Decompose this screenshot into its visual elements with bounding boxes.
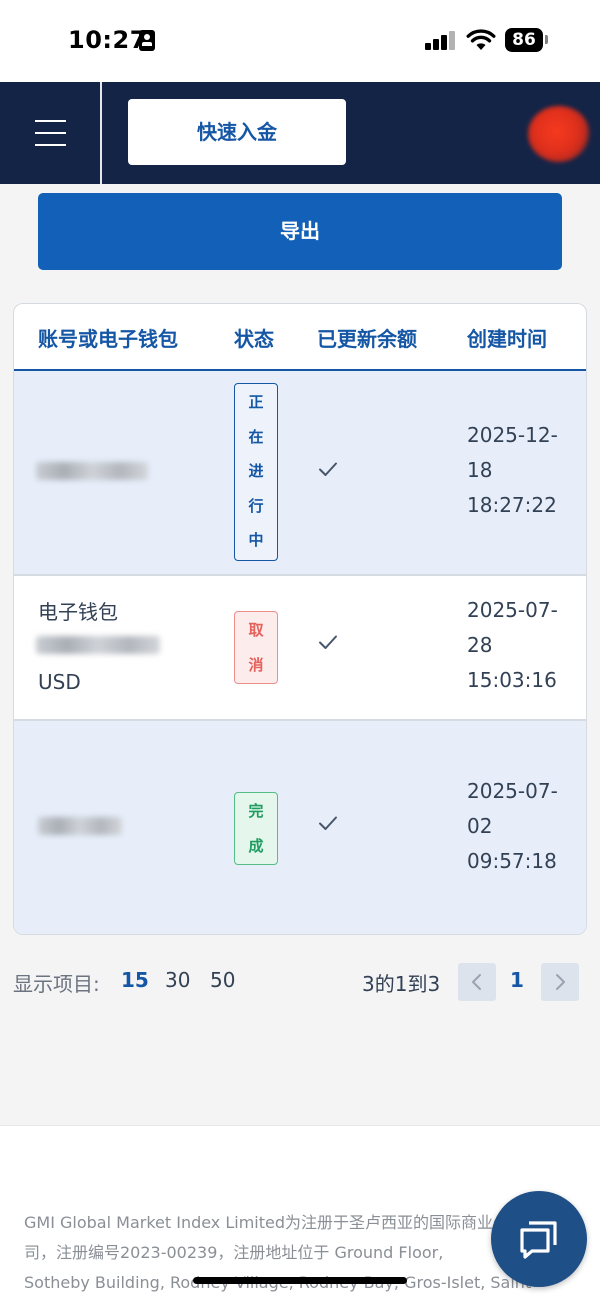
account-redacted bbox=[36, 462, 148, 480]
wifi-icon bbox=[466, 29, 496, 50]
chevron-right-icon bbox=[556, 974, 565, 990]
battery-tip bbox=[545, 35, 548, 44]
column-header-created-time[interactable]: 创建时间 bbox=[467, 323, 547, 352]
status-badge-pending: 正 在 进 行 中 bbox=[234, 383, 278, 561]
column-header-account[interactable]: 账号或电子钱包 bbox=[38, 323, 178, 352]
user-avatar[interactable] bbox=[528, 106, 590, 162]
table-header: 账号或电子钱包 状态 已更新余额 创建时间 bbox=[14, 304, 586, 371]
previous-page-button[interactable] bbox=[458, 963, 496, 1001]
page-size-option-50[interactable]: 50 bbox=[210, 968, 235, 992]
top-navigation-bar: 快速入金 bbox=[0, 82, 600, 184]
page-size-option-30[interactable]: 30 bbox=[165, 968, 190, 992]
account-type: 电子钱包 bbox=[38, 600, 118, 624]
table-row[interactable]: 电子钱包 USD 取 消 2025-07- 28 15:03:16 bbox=[14, 576, 586, 721]
page-size-option-15[interactable]: 15 bbox=[121, 968, 149, 992]
status-time: 10:27 bbox=[68, 26, 147, 54]
status-badge-cancelled: 取 消 bbox=[234, 611, 278, 684]
hamburger-menu-icon[interactable] bbox=[0, 82, 102, 184]
check-icon bbox=[319, 635, 337, 649]
status-bar: 10:27 86 bbox=[0, 0, 600, 82]
chat-bubble-icon bbox=[520, 1221, 557, 1259]
chat-button[interactable] bbox=[491, 1191, 587, 1287]
account-redacted bbox=[38, 817, 122, 835]
page-size-label: 显示项目: bbox=[13, 972, 100, 996]
check-icon bbox=[319, 816, 337, 830]
check-icon bbox=[319, 462, 337, 476]
transactions-table: 账号或电子钱包 状态 已更新余额 创建时间 正 在 进 行 中 2025-12-… bbox=[13, 303, 587, 935]
column-header-status[interactable]: 状态 bbox=[234, 323, 274, 352]
account-currency: USD bbox=[38, 670, 81, 694]
table-row[interactable]: 正 在 进 行 中 2025-12- 18 18:27:22 bbox=[14, 371, 586, 576]
created-time: 2025-07- 02 09:57:18 bbox=[467, 779, 558, 873]
chevron-left-icon bbox=[472, 974, 481, 990]
table-row[interactable]: 完 成 2025-07- 02 09:57:18 bbox=[14, 721, 586, 934]
column-header-balance-updated[interactable]: 已更新余额 bbox=[317, 323, 417, 352]
next-page-button[interactable] bbox=[541, 963, 579, 1001]
status-badge-completed: 完 成 bbox=[234, 792, 278, 865]
id-card-icon bbox=[139, 30, 155, 51]
created-time: 2025-07- 28 15:03:16 bbox=[467, 598, 558, 692]
page-summary: 3的1到3 bbox=[362, 972, 441, 996]
account-redacted bbox=[36, 636, 160, 654]
pagination: 显示项目: 15 30 50 3的1到3 1 bbox=[0, 960, 600, 1004]
quick-deposit-button[interactable]: 快速入金 bbox=[128, 99, 346, 165]
home-indicator bbox=[193, 1277, 407, 1284]
current-page[interactable]: 1 bbox=[510, 968, 524, 992]
export-button[interactable]: 导出 bbox=[38, 193, 562, 270]
battery-icon: 86 bbox=[505, 28, 543, 52]
cellular-signal-icon bbox=[425, 30, 457, 50]
created-time: 2025-12- 18 18:27:22 bbox=[467, 423, 558, 517]
